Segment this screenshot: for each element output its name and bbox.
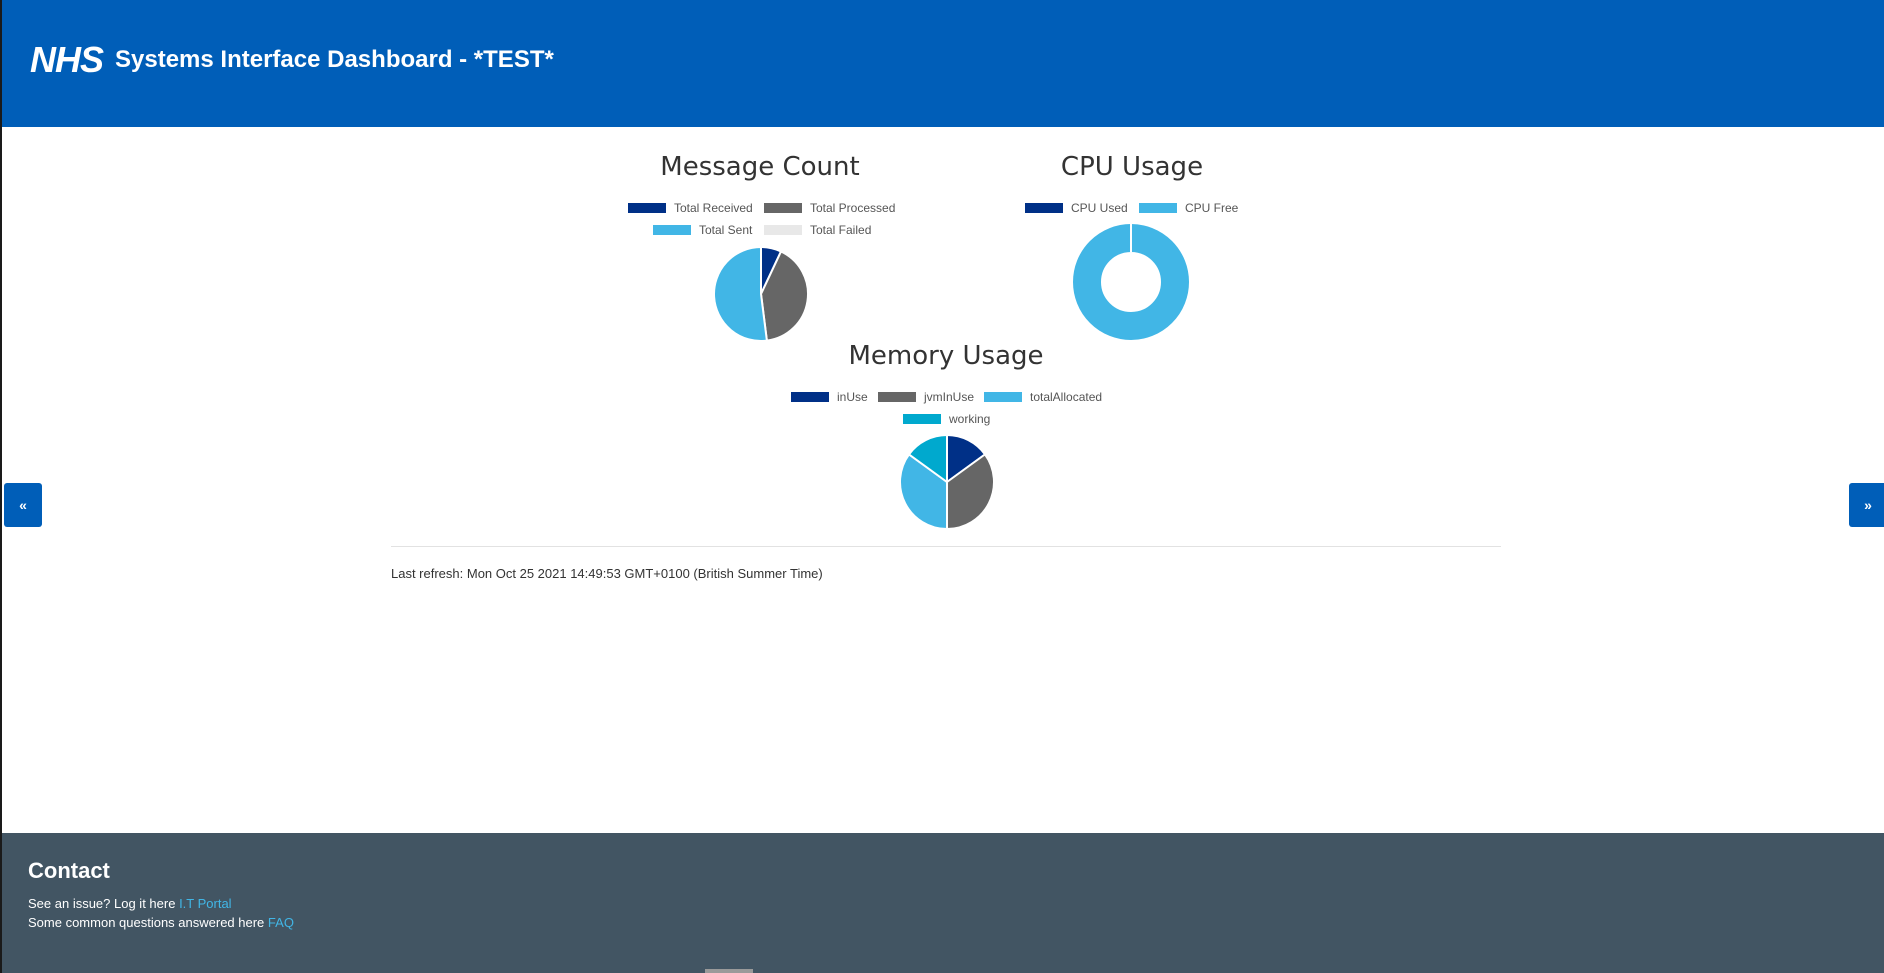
page-title: Systems Interface Dashboard - *TEST* — [115, 46, 554, 73]
legend-swatch — [764, 203, 802, 213]
faq-line: Some common questions answered here FAQ — [28, 913, 1884, 932]
legend-label: Total Received — [674, 201, 753, 215]
content-divider — [391, 546, 1501, 547]
legend-total-processed[interactable]: Total Processed — [764, 201, 895, 215]
last-refresh-text: Last refresh: Mon Oct 25 2021 14:49:53 G… — [391, 566, 823, 581]
legend-label: CPU Free — [1185, 201, 1239, 215]
nhs-logo: NHS — [30, 39, 104, 80]
memory-usage-pie[interactable] — [897, 432, 997, 532]
legend-swatch — [653, 225, 691, 235]
legend-swatch — [791, 392, 829, 402]
legend-label: inUse — [837, 390, 868, 404]
cpu-usage-title: CPU Usage — [1060, 152, 1204, 182]
legend-total-sent[interactable]: Total Sent — [653, 223, 752, 237]
legend-total-received[interactable]: Total Received — [628, 201, 753, 215]
legend-totalallocated[interactable]: totalAllocated — [984, 390, 1102, 404]
legend-label: Total Processed — [810, 201, 896, 215]
legend-label: Total Sent — [699, 223, 753, 237]
legend-inuse[interactable]: inUse — [791, 390, 868, 404]
contact-heading: Contact — [28, 858, 110, 883]
legend-cpu-used[interactable]: CPU Used — [1025, 201, 1128, 215]
legend-label: Total Failed — [810, 223, 872, 237]
legend-cpu-free[interactable]: CPU Free — [1139, 201, 1238, 215]
legend-swatch — [1139, 203, 1177, 213]
message-count-title: Message Count — [660, 152, 860, 182]
legend-swatch — [903, 414, 941, 424]
legend-total-failed[interactable]: Total Failed — [764, 223, 871, 237]
cpu-usage-doughnut[interactable] — [1071, 222, 1191, 342]
slice-total-sent[interactable] — [713, 245, 769, 342]
next-slide-button[interactable]: » — [1849, 483, 1884, 527]
legend-swatch — [878, 392, 916, 402]
legend-jvminuse[interactable]: jvmInUse — [878, 390, 974, 404]
header-bar: NHS Systems Interface Dashboard - *TEST* — [2, 0, 1884, 127]
legend-working[interactable]: working — [903, 412, 990, 426]
footer: Contact See an issue? Log it here I.T Po… — [2, 833, 1884, 973]
faq-text: Some common questions answered here — [28, 915, 265, 930]
it-portal-link[interactable]: I.T Portal — [179, 896, 232, 911]
faq-link[interactable]: FAQ — [268, 915, 294, 930]
legend-label: CPU Used — [1071, 201, 1128, 215]
legend-label: working — [949, 412, 991, 426]
legend-label: jvmInUse — [924, 390, 975, 404]
horizontal-scrollbar-thumb[interactable] — [705, 969, 753, 973]
legend-swatch — [984, 392, 1022, 402]
issue-text: See an issue? Log it here — [28, 896, 176, 911]
previous-slide-button[interactable]: « — [4, 483, 42, 527]
legend-label: totalAllocated — [1030, 390, 1103, 404]
memory-usage-title: Memory Usage — [848, 341, 1044, 371]
issue-line: See an issue? Log it here I.T Portal — [28, 894, 1884, 913]
legend-swatch — [628, 203, 666, 213]
message-count-pie[interactable] — [711, 244, 811, 344]
legend-swatch — [1025, 203, 1063, 213]
legend-swatch — [764, 225, 802, 235]
